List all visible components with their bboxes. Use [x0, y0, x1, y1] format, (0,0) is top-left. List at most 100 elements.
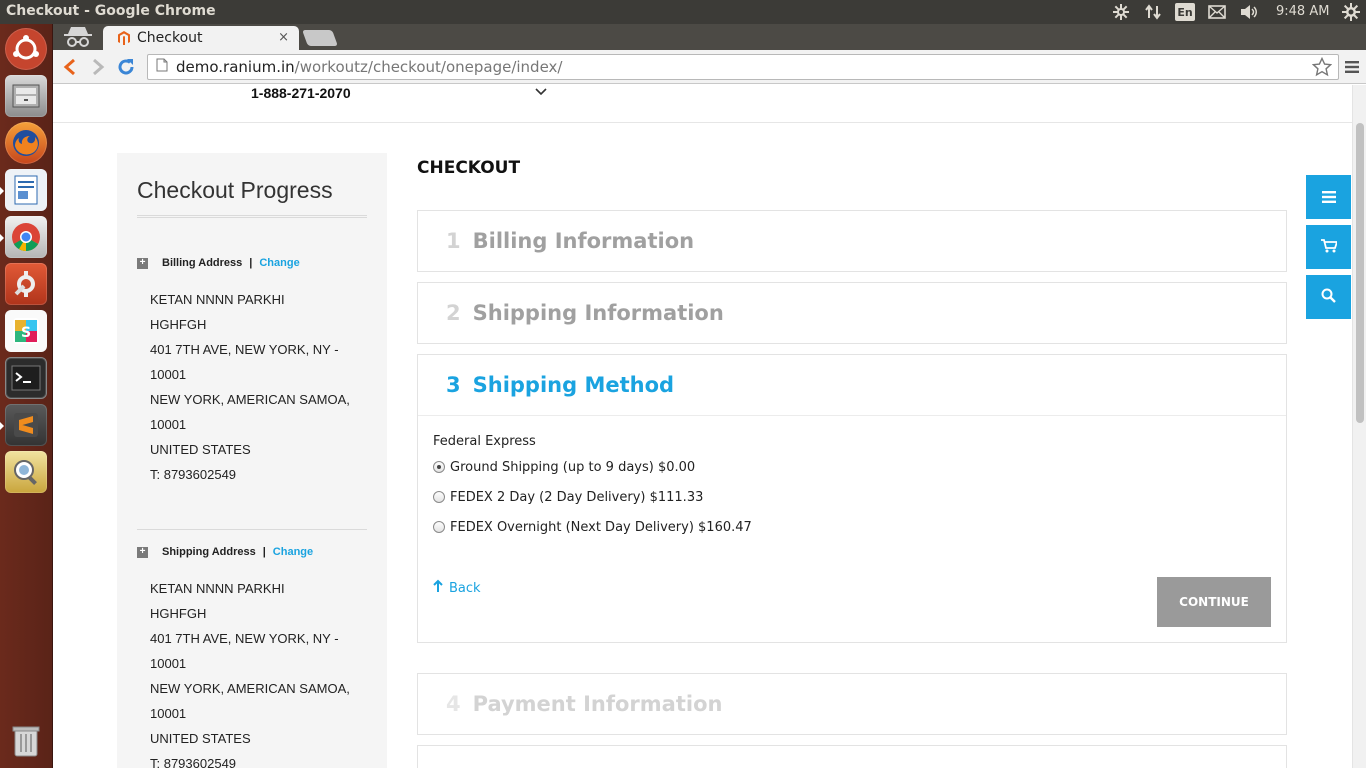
back-link[interactable]: Back	[433, 579, 481, 597]
page-viewport: 1-888-271-2070 Checkout Progress + Billi…	[53, 85, 1352, 768]
keyboard-layout-indicator[interactable]: En	[1175, 3, 1195, 21]
trash-icon[interactable]	[5, 720, 47, 762]
network-settings-icon[interactable]	[1111, 3, 1131, 21]
step-shipping-information[interactable]: 2 Shipping Information	[417, 282, 1287, 344]
os-top-panel: Checkout - Google Chrome En 9:48 AM	[0, 0, 1366, 24]
svg-text:S: S	[21, 325, 31, 341]
step-order-review	[417, 745, 1287, 768]
incognito-icon	[61, 26, 95, 48]
page-scrollbar[interactable]	[1352, 85, 1366, 768]
radio-button[interactable]	[433, 461, 445, 473]
checkout-progress-sidebar: Checkout Progress + Billing Address | Ch…	[117, 153, 387, 768]
rate-label: FEDEX 2 Day (2 Day Delivery) $111.33	[450, 489, 704, 505]
menu-icon	[1321, 188, 1336, 207]
billing-address-line: NEW YORK, AMERICAN SAMOA,	[150, 392, 350, 407]
system-tools-icon[interactable]	[5, 263, 47, 305]
step-label: Payment Information	[472, 692, 723, 716]
sublime-text-icon[interactable]	[5, 404, 47, 446]
rate-option-2day[interactable]: FEDEX 2 Day (2 Day Delivery) $111.33	[433, 489, 703, 505]
shipping-address-heading: + Shipping Address | Change	[137, 544, 313, 560]
site-header: 1-888-271-2070	[53, 85, 1352, 123]
window-title: Checkout - Google Chrome	[6, 3, 216, 19]
transfer-arrows-icon[interactable]	[1143, 3, 1163, 21]
billing-address-heading: + Billing Address | Change	[137, 255, 300, 271]
rate-option-ground[interactable]: Ground Shipping (up to 9 days) $0.00	[433, 459, 695, 475]
search-button[interactable]	[1306, 275, 1351, 319]
shipping-change-link[interactable]: Change	[273, 546, 313, 558]
terminal-icon[interactable]	[5, 357, 47, 399]
shipping-address-line: UNITED STATES	[150, 731, 251, 746]
menu-button[interactable]	[1306, 175, 1351, 219]
browser-toolbar: demo.ranium.in/workoutz/checkout/onepage…	[53, 50, 1366, 84]
step-heading: 1 Billing Information	[446, 229, 694, 253]
page-icon	[156, 58, 168, 76]
billing-address-line: KETAN NNNN PARKHI	[150, 292, 285, 307]
new-tab-button[interactable]	[302, 30, 338, 46]
billing-address-line: 10001	[150, 367, 187, 382]
continue-button[interactable]: CONTINUE	[1157, 577, 1271, 627]
expand-plus-icon[interactable]: +	[137, 257, 148, 269]
billing-address-line: 10001	[150, 417, 187, 432]
image-viewer-icon[interactable]	[5, 451, 47, 493]
system-settings-icon[interactable]	[1340, 3, 1362, 21]
step-payment-information[interactable]: 4 Payment Information	[417, 673, 1287, 735]
bookmark-star-icon[interactable]	[1311, 56, 1333, 82]
chrome-icon[interactable]	[5, 216, 47, 258]
volume-icon[interactable]	[1238, 3, 1260, 21]
mail-icon[interactable]	[1206, 3, 1228, 21]
cart-icon	[1320, 238, 1338, 257]
carrier-name: Federal Express	[433, 434, 536, 449]
chevron-down-icon[interactable]	[534, 85, 548, 101]
browser-back-button[interactable]	[59, 56, 81, 78]
rate-option-overnight[interactable]: FEDEX Overnight (Next Day Delivery) $160…	[433, 519, 752, 535]
address-bar[interactable]: demo.ranium.in/workoutz/checkout/onepage…	[147, 54, 1339, 80]
rate-label: FEDEX Overnight (Next Day Delivery) $160…	[450, 519, 752, 535]
clock[interactable]: 9:48 AM	[1276, 4, 1329, 19]
billing-address-line: UNITED STATES	[150, 442, 251, 457]
app-launcher: S	[0, 24, 53, 768]
radio-button[interactable]	[433, 521, 445, 533]
shipping-phone: T: 8793602549	[150, 756, 237, 768]
step-shipping-method: 3 Shipping Method Federal Express Ground …	[417, 354, 1287, 643]
step-billing-information[interactable]: 1 Billing Information	[417, 210, 1287, 272]
shipping-address-line: NEW YORK, AMERICAN SAMOA,	[150, 681, 350, 696]
reload-button[interactable]	[115, 56, 137, 78]
step-heading: 4 Payment Information	[446, 692, 722, 716]
browser-menu-icon[interactable]	[1341, 56, 1363, 78]
firefox-icon[interactable]	[5, 122, 47, 164]
step-number: 1	[446, 229, 461, 253]
step-number: 3	[446, 373, 461, 397]
tab-checkout[interactable]: Checkout ×	[103, 26, 299, 50]
shipping-address-line: 401 7TH AVE, NEW YORK, NY -	[150, 631, 339, 646]
radio-button[interactable]	[433, 491, 445, 503]
tab-title: Checkout	[137, 30, 203, 46]
phone-number: 1-888-271-2070	[251, 85, 351, 101]
rate-label: Ground Shipping (up to 9 days) $0.00	[450, 459, 696, 475]
slack-icon[interactable]: S	[5, 310, 47, 352]
billing-address-label: Billing Address	[162, 257, 243, 269]
separator: |	[249, 257, 253, 269]
ubuntu-dash-icon[interactable]	[5, 28, 47, 70]
cart-button[interactable]	[1306, 225, 1351, 269]
arrow-up-icon	[433, 579, 443, 597]
browser-forward-button[interactable]	[87, 56, 109, 78]
step-heading: 2 Shipping Information	[446, 301, 724, 325]
billing-change-link[interactable]: Change	[259, 257, 299, 269]
billing-phone: T: 8793602549	[150, 467, 237, 482]
billing-address-line: 401 7TH AVE, NEW YORK, NY -	[150, 342, 339, 357]
expand-plus-icon[interactable]: +	[137, 546, 148, 558]
shipping-address-line: 10001	[150, 706, 187, 721]
browser-tab-strip: Checkout ×	[53, 24, 1366, 50]
sidebar-divider	[137, 529, 367, 530]
tab-close-icon[interactable]: ×	[278, 30, 289, 45]
scrollbar-thumb[interactable]	[1356, 123, 1364, 423]
back-label: Back	[449, 580, 481, 596]
step-heading: 3 Shipping Method	[446, 373, 674, 397]
shipping-address-line: 10001	[150, 656, 187, 671]
magento-favicon-icon	[117, 31, 131, 45]
files-icon[interactable]	[5, 75, 47, 117]
step-label: Shipping Method	[472, 373, 675, 397]
writer-document-icon[interactable]	[5, 169, 47, 211]
step-number: 2	[446, 301, 461, 325]
step-label: Billing Information	[472, 229, 695, 253]
